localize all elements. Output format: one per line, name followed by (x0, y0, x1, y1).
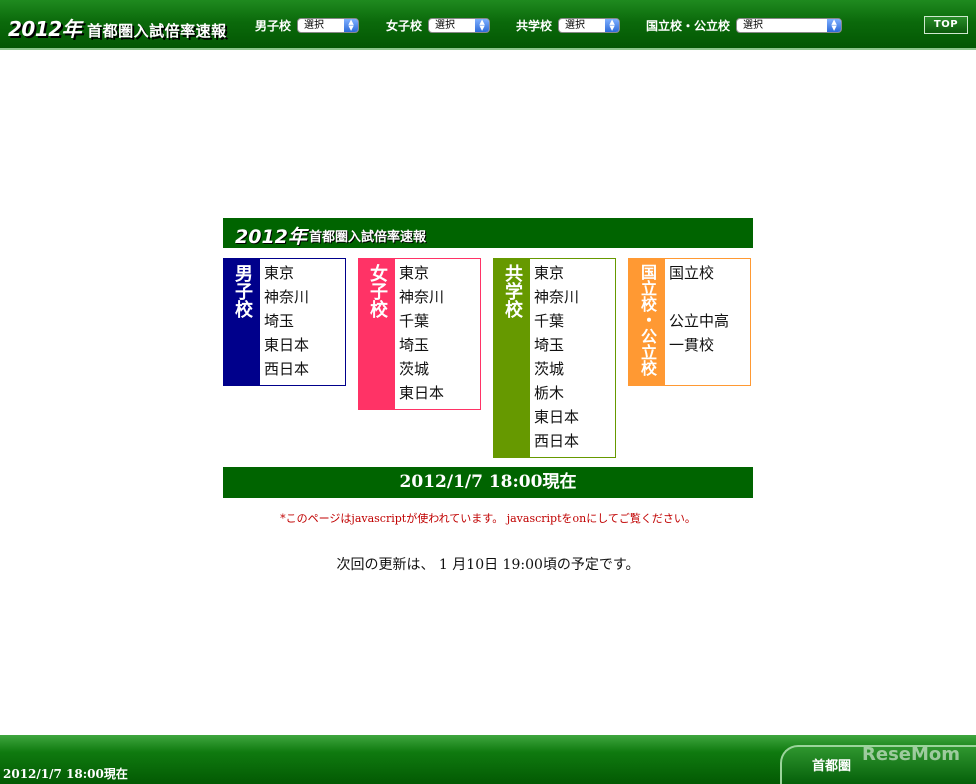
region-link-saitama[interactable]: 埼玉 (534, 333, 579, 357)
category-boys-list: 東京 神奈川 埼玉 東日本 西日本 (260, 259, 309, 385)
region-link-ibaraki[interactable]: 茨城 (534, 357, 579, 381)
region-link-saitama[interactable]: 埼玉 (264, 309, 309, 333)
next-update-notice: 次回の更新は、 1 月10日 19:00頃の予定です。 (336, 557, 640, 573)
region-link-tokyo[interactable]: 東京 (264, 261, 309, 285)
region-link-kanagawa[interactable]: 神奈川 (534, 285, 579, 309)
category-coed-label: 共学校 (494, 259, 530, 457)
girls-school-label: 女子校 (386, 19, 423, 33)
panel-header: 2012年 首都圏入試倍率速報 (223, 218, 753, 248)
category-national-public-list: 国立校 公立中高 一貫校 (665, 259, 729, 385)
boys-school-filter: 男子校 選択 ▲ ▼ (255, 17, 360, 34)
region-link-west-japan[interactable]: 西日本 (264, 357, 309, 381)
footer-date: 2012/1/7 18:00現在 (3, 767, 128, 781)
select-arrows-icon: ▲ ▼ (475, 19, 490, 32)
region-link-east-japan[interactable]: 東日本 (399, 381, 444, 405)
top-button[interactable]: TOP (924, 16, 968, 34)
national-public-select[interactable]: 選択 ▲ ▼ (736, 18, 843, 33)
region-link-chiba[interactable]: 千葉 (534, 309, 579, 333)
select-arrows-icon: ▲ ▼ (344, 19, 359, 32)
top-header: 2012年 首都圏入試倍率速報 男子校 選択 ▲ ▼ 女子校 選択 ▲ ▼ 共学校 選… (0, 0, 976, 50)
region-link-chiba[interactable]: 千葉 (399, 309, 444, 333)
select-arrows-icon: ▲ ▼ (605, 19, 620, 32)
logo-title: 首都圏入試倍率速報 (87, 22, 227, 40)
region-link-tokyo[interactable]: 東京 (399, 261, 444, 285)
region-link-east-japan[interactable]: 東日本 (264, 333, 309, 357)
region-link-saitama[interactable]: 埼玉 (399, 333, 444, 357)
link-public-integrated-2[interactable]: 一貫校 (669, 333, 729, 357)
national-public-filter: 国立校・公立校 選択 ▲ ▼ (646, 17, 843, 34)
region-link-kanagawa[interactable]: 神奈川 (399, 285, 444, 309)
select-arrows-icon: ▲ ▼ (827, 19, 842, 32)
coed-school-label: 共学校 (516, 19, 553, 33)
girls-school-select-value: 選択 (435, 20, 456, 31)
logo-year: 2012年 (8, 17, 82, 41)
coed-school-select-value: 選択 (565, 20, 586, 31)
category-girls-label: 女子校 (359, 259, 395, 409)
site-logo[interactable]: 2012年 首都圏入試倍率速報 (8, 13, 227, 42)
category-coed-list: 東京 神奈川 千葉 埼玉 茨城 栃木 東日本 西日本 (530, 259, 579, 457)
list-spacer (669, 285, 729, 309)
link-national-school[interactable]: 国立校 (669, 261, 729, 285)
region-link-tochigi[interactable]: 栃木 (534, 381, 579, 405)
javascript-notice: *このページはjavascriptが使われています。 javascriptをon… (280, 512, 696, 525)
category-boys: 男子校 東京 神奈川 埼玉 東日本 西日本 (223, 258, 346, 386)
link-public-integrated[interactable]: 公立中高 (669, 309, 729, 333)
region-link-east-japan[interactable]: 東日本 (534, 405, 579, 429)
boys-school-select[interactable]: 選択 ▲ ▼ (297, 18, 360, 33)
panel-year: 2012年 (235, 226, 307, 248)
category-girls-list: 東京 神奈川 千葉 埼玉 茨城 東日本 (395, 259, 444, 409)
region-link-kanagawa[interactable]: 神奈川 (264, 285, 309, 309)
girls-school-select[interactable]: 選択 ▲ ▼ (428, 18, 491, 33)
as-of-status: 2012/1/7 18:00現在 (223, 467, 753, 498)
category-national-public-label: 国立校・公立校 (629, 259, 665, 385)
national-public-select-value: 選択 (743, 20, 764, 31)
watermark-logo: ReseMom (862, 744, 961, 765)
panel-title: 首都圏入試倍率速報 (309, 230, 427, 245)
girls-school-filter: 女子校 選択 ▲ ▼ (386, 17, 491, 34)
footer: 2012/1/7 18:00現在 首都圏 ReseMom (0, 735, 976, 784)
region-link-west-japan[interactable]: 西日本 (534, 429, 579, 453)
region-link-ibaraki[interactable]: 茨城 (399, 357, 444, 381)
category-coed: 共学校 東京 神奈川 千葉 埼玉 茨城 栃木 東日本 西日本 (493, 258, 616, 458)
boys-school-select-value: 選択 (304, 20, 325, 31)
category-girls: 女子校 東京 神奈川 千葉 埼玉 茨城 東日本 (358, 258, 481, 410)
category-national-public: 国立校・公立校 国立校 公立中高 一貫校 (628, 258, 751, 386)
region-link-tokyo[interactable]: 東京 (534, 261, 579, 285)
coed-school-filter: 共学校 選択 ▲ ▼ (516, 17, 621, 34)
boys-school-label: 男子校 (255, 19, 292, 33)
category-boys-label: 男子校 (224, 259, 260, 385)
coed-school-select[interactable]: 選択 ▲ ▼ (558, 18, 621, 33)
footer-tab-title: 首都圏 (812, 759, 852, 774)
national-public-label: 国立校・公立校 (646, 19, 731, 33)
